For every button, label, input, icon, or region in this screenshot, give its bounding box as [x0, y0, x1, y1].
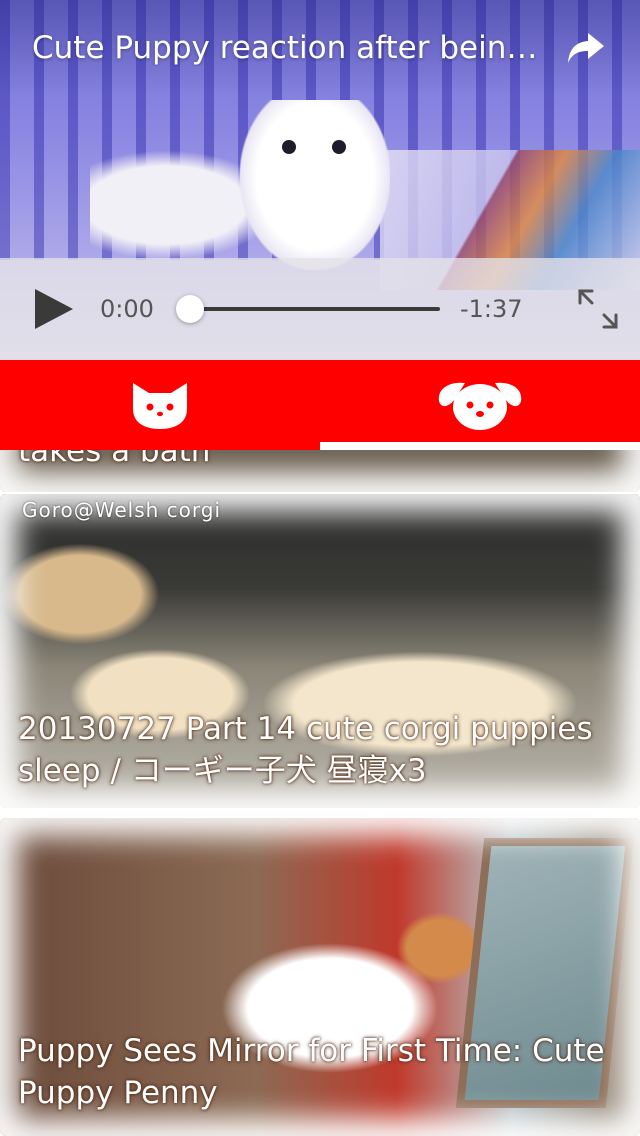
fullscreen-icon — [578, 289, 618, 329]
category-tab-bar — [0, 360, 640, 450]
video-card-title: 20130727 Part 14 cute corgi puppies slee… — [18, 711, 593, 789]
fullscreen-button[interactable] — [570, 281, 626, 337]
play-icon — [35, 289, 73, 329]
thumbnail-watermark: Goro@Welsh corgi — [22, 498, 222, 522]
progress-slider[interactable] — [176, 294, 440, 324]
puppy-eye-left — [282, 140, 296, 154]
video-card[interactable]: takes a bath — [0, 450, 640, 492]
share-icon[interactable] — [564, 26, 608, 70]
tab-cats[interactable] — [0, 360, 320, 450]
progress-track — [184, 307, 440, 311]
current-time: 0:00 — [100, 295, 154, 323]
player-title-bar: Cute Puppy reaction after bein… — [0, 0, 640, 96]
progress-knob[interactable] — [176, 295, 204, 323]
active-tab-indicator — [320, 442, 640, 450]
video-player[interactable]: Cute Puppy reaction after bein… 0:00 -1:… — [0, 0, 640, 360]
video-list[interactable]: takes a bath Goro@Welsh corgi 20130727 P… — [0, 450, 640, 1136]
video-card[interactable]: Goro@Welsh corgi 20130727 Part 14 cute c… — [0, 494, 640, 808]
cat-face-icon — [133, 383, 187, 429]
tab-dogs[interactable] — [320, 360, 640, 450]
video-title: Cute Puppy reaction after bein… — [32, 30, 538, 66]
app-root: Cute Puppy reaction after bein… 0:00 -1:… — [0, 0, 640, 1136]
dog-face-icon — [438, 382, 522, 430]
video-card[interactable]: Puppy Sees Mirror for First Time: Cute P… — [0, 818, 640, 1136]
remaining-time: -1:37 — [460, 295, 523, 323]
video-card-title: Puppy Sees Mirror for First Time: Cute P… — [18, 1033, 605, 1111]
playback-controls: 0:00 -1:37 — [0, 258, 640, 360]
play-button[interactable] — [24, 280, 82, 338]
video-frame-puppy — [240, 100, 390, 270]
video-card-title: takes a bath — [18, 450, 211, 469]
puppy-eye-right — [332, 140, 346, 154]
